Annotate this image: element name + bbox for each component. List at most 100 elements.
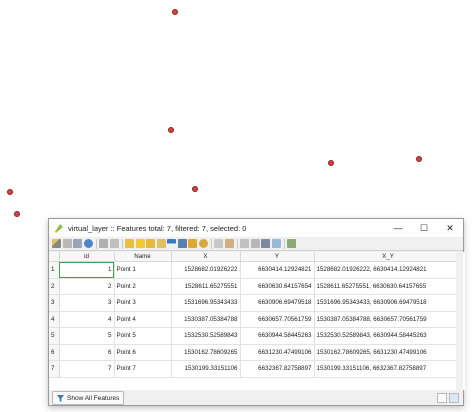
save-icon[interactable] bbox=[73, 239, 82, 248]
column-header-id[interactable]: id bbox=[59, 252, 115, 262]
cell-id[interactable]: 1 bbox=[59, 261, 115, 279]
row-number[interactable]: 6 bbox=[49, 344, 60, 361]
attribute-table[interactable]: id Name X Y X_Y 1 1 Point 1 1528682.0192… bbox=[49, 252, 465, 390]
actions-icon[interactable] bbox=[287, 239, 296, 248]
window-titlebar[interactable]: virtual_layer :: Features total: 7, filt… bbox=[49, 219, 463, 237]
row-number[interactable]: 5 bbox=[49, 327, 60, 345]
map-point[interactable] bbox=[192, 186, 198, 192]
row-number[interactable]: 1 bbox=[49, 261, 60, 279]
table-row[interactable]: 6 6 Point 6 1530162.78609265 6631230.474… bbox=[49, 344, 463, 361]
row-number[interactable]: 3 bbox=[49, 294, 60, 312]
close-icon[interactable]: ✕ bbox=[437, 219, 463, 237]
add-feature-icon[interactable] bbox=[99, 239, 108, 248]
table-view-icon[interactable] bbox=[449, 393, 459, 403]
table-row[interactable]: 5 5 Point 5 1532530.52589843 6630944.584… bbox=[49, 327, 463, 345]
maximize-icon[interactable]: ☐ bbox=[411, 219, 437, 237]
move-selection-top-icon[interactable] bbox=[177, 239, 187, 248]
cell-name[interactable]: Point 6 bbox=[114, 344, 172, 361]
row-number[interactable]: 2 bbox=[49, 278, 60, 295]
map-point[interactable] bbox=[168, 127, 174, 133]
cell-x[interactable]: 1530199.33151106 bbox=[171, 360, 241, 378]
show-all-features-label: Show All Features bbox=[67, 394, 120, 402]
new-field-icon[interactable] bbox=[240, 239, 249, 248]
select-all-icon[interactable] bbox=[135, 239, 145, 248]
toolbar-separator bbox=[211, 238, 212, 249]
corner-header[interactable] bbox=[49, 252, 60, 262]
paste-icon[interactable] bbox=[224, 239, 234, 248]
cell-id[interactable]: 7 bbox=[59, 360, 115, 378]
toolbar-separator bbox=[284, 238, 285, 249]
cell-y[interactable]: 6630414.12924821 bbox=[240, 261, 315, 279]
select-expression-icon[interactable] bbox=[125, 239, 134, 248]
show-all-features-button[interactable]: Show All Features bbox=[52, 391, 125, 405]
cell-y[interactable]: 6630630.64157654 bbox=[240, 278, 315, 295]
map-point[interactable] bbox=[416, 156, 422, 162]
copy-icon[interactable] bbox=[214, 239, 223, 248]
cell-x-y[interactable]: 1531696.95343433, 6630906.69479518 bbox=[314, 294, 463, 312]
table-row[interactable]: 3 3 Point 3 1531696.95343433 6630906.694… bbox=[49, 294, 463, 312]
row-number[interactable]: 4 bbox=[49, 311, 60, 328]
minimize-icon[interactable]: — bbox=[385, 219, 411, 237]
column-header-y[interactable]: Y bbox=[240, 252, 315, 262]
delete-field-icon[interactable] bbox=[250, 239, 260, 248]
map-point[interactable] bbox=[328, 160, 334, 166]
vertical-scrollbar[interactable] bbox=[456, 252, 463, 390]
cell-x[interactable]: 1530387.05384788 bbox=[171, 311, 241, 328]
view-switcher bbox=[435, 393, 459, 403]
deselect-icon[interactable] bbox=[156, 239, 166, 248]
cell-x-y[interactable]: 1530387.05384788, 6630657.70561759 bbox=[314, 311, 463, 328]
toolbar-separator bbox=[237, 238, 238, 249]
table-row[interactable]: 1 1 Point 1 1528682.01926222 6630414.129… bbox=[49, 261, 463, 279]
multi-edit-icon[interactable] bbox=[62, 239, 72, 248]
cell-x-y[interactable]: 1530199.33151106, 6632367.82758897 bbox=[314, 360, 463, 378]
field-calculator-icon[interactable] bbox=[261, 239, 270, 248]
cell-id[interactable]: 3 bbox=[59, 294, 115, 312]
cell-x[interactable]: 1531696.95343433 bbox=[171, 294, 241, 312]
table-row[interactable]: 2 2 Point 2 1528611.65275551 6630630.641… bbox=[49, 278, 463, 295]
cell-name[interactable]: Point 4 bbox=[114, 311, 172, 328]
cell-name[interactable]: Point 2 bbox=[114, 278, 172, 295]
zoom-to-selection-icon[interactable] bbox=[198, 239, 208, 248]
table-row[interactable]: 7 7 Point 7 1530199.33151106 6632367.827… bbox=[49, 360, 463, 378]
filter-icon[interactable] bbox=[167, 239, 176, 248]
cell-y[interactable]: 6632367.82758897 bbox=[240, 360, 315, 378]
cell-x[interactable]: 1530162.78609265 bbox=[171, 344, 241, 361]
cell-id[interactable]: 6 bbox=[59, 344, 115, 361]
cell-x[interactable]: 1528682.01926222 bbox=[171, 261, 241, 279]
window-title: virtual_layer :: Features total: 7, filt… bbox=[68, 223, 247, 233]
cell-y[interactable]: 6630944.58445263 bbox=[240, 327, 315, 345]
map-point[interactable] bbox=[14, 211, 20, 217]
cell-id[interactable]: 4 bbox=[59, 311, 115, 328]
cell-x[interactable]: 1532530.52589843 bbox=[171, 327, 241, 345]
cell-x[interactable]: 1528611.65275551 bbox=[171, 278, 241, 295]
edit-pencil-icon[interactable] bbox=[52, 239, 61, 248]
cell-name[interactable]: Point 3 bbox=[114, 294, 172, 312]
map-point[interactable] bbox=[172, 9, 178, 15]
column-header-name[interactable]: Name bbox=[114, 252, 172, 262]
cell-x-y[interactable]: 1530162.78609265, 6631230.47499106 bbox=[314, 344, 463, 361]
column-header-x-y[interactable]: X_Y bbox=[314, 252, 463, 262]
cell-y[interactable]: 6631230.47499106 bbox=[240, 344, 315, 361]
cell-x-y[interactable]: 1528611.65275551, 6630630.64157655 bbox=[314, 278, 463, 295]
cell-x-y[interactable]: 1528682.01926222, 6630414.12924821 bbox=[314, 261, 463, 279]
invert-selection-icon[interactable] bbox=[146, 239, 155, 248]
row-number[interactable]: 7 bbox=[49, 360, 60, 378]
conditional-format-icon[interactable] bbox=[271, 239, 281, 248]
cell-x-y[interactable]: 1532530.52589843, 6630944.58445263 bbox=[314, 327, 463, 345]
cell-name[interactable]: Point 7 bbox=[114, 360, 172, 378]
toolbar-separator bbox=[96, 238, 97, 249]
table-row[interactable]: 4 4 Point 4 1530387.05384788 6630657.705… bbox=[49, 311, 463, 328]
cell-name[interactable]: Point 5 bbox=[114, 327, 172, 345]
form-view-icon[interactable] bbox=[437, 393, 447, 403]
cell-id[interactable]: 5 bbox=[59, 327, 115, 345]
column-header-x[interactable]: X bbox=[171, 252, 241, 262]
cell-y[interactable]: 6630906.69479518 bbox=[240, 294, 315, 312]
pan-to-selection-icon[interactable] bbox=[188, 239, 197, 248]
status-bar: Show All Features bbox=[49, 390, 463, 406]
reload-icon[interactable] bbox=[83, 239, 93, 248]
map-point[interactable] bbox=[7, 189, 13, 195]
cell-y[interactable]: 6630657.70561759 bbox=[240, 311, 315, 328]
delete-feature-icon[interactable] bbox=[109, 239, 119, 248]
cell-name[interactable]: Point 1 bbox=[114, 261, 172, 279]
cell-id[interactable]: 2 bbox=[59, 278, 115, 295]
